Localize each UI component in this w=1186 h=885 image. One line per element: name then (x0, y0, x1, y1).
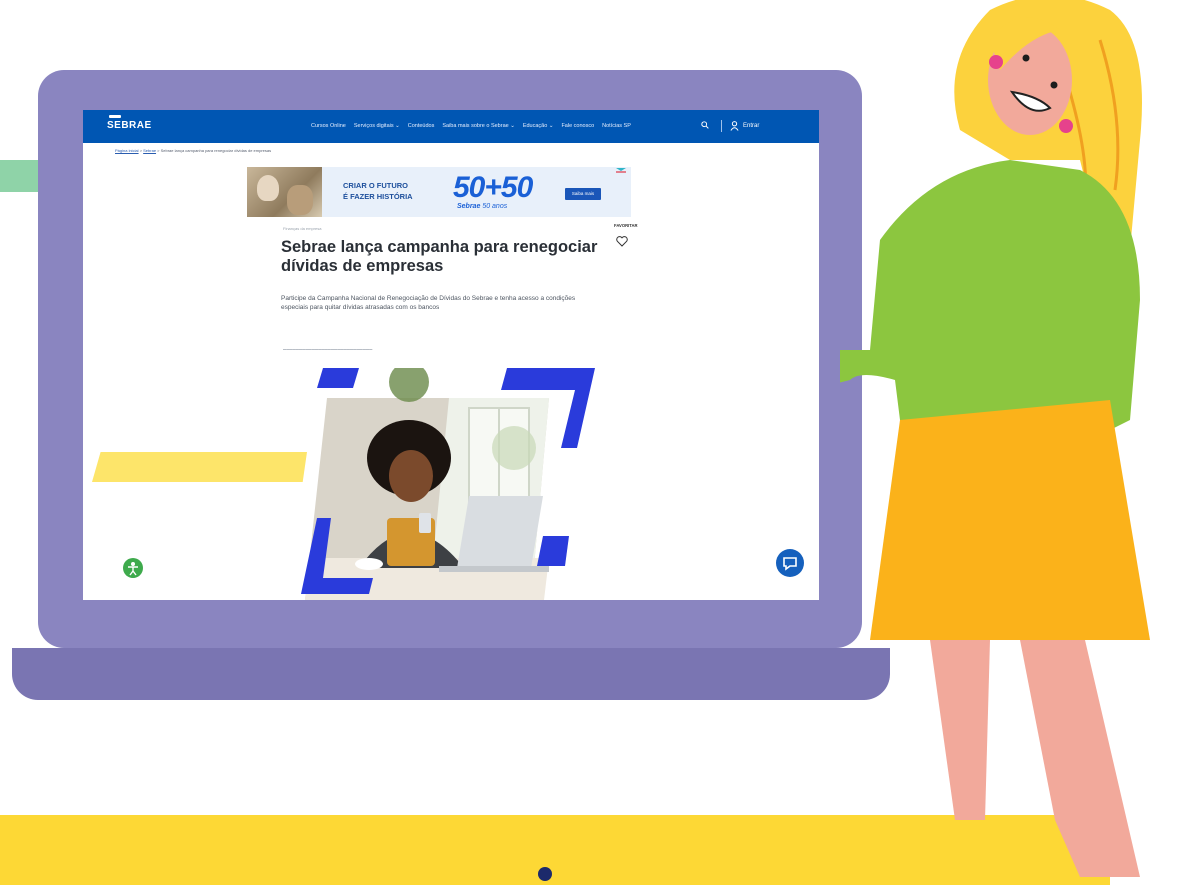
login-link[interactable]: Entrar (743, 123, 759, 129)
bottom-dot (538, 867, 552, 881)
nav-item-servicos[interactable]: Serviços digitais ⌄ (354, 123, 400, 129)
chat-icon (783, 557, 797, 571)
accessibility-button[interactable] (123, 558, 143, 578)
chat-button[interactable] (776, 549, 804, 577)
decorative-yellow-stripe (92, 452, 307, 482)
nav-item-saiba-mais[interactable]: Saiba mais sobre o Sebrae ⌄ (442, 123, 514, 129)
sebrae-logo[interactable]: SEBRAE (107, 115, 152, 131)
banner-subtitle: Sebrae 50 anos (457, 203, 507, 210)
article-hero-image (301, 368, 595, 600)
article-lead: Participe da Campanha Nacional de Renego… (281, 295, 576, 311)
banner-50-50: 50+50 (453, 171, 533, 204)
accessibility-icon (128, 562, 138, 576)
banner-sub-brand: Sebrae (457, 203, 481, 210)
breadcrumb: Página inicial > Sebrae > Sebrae lança c… (115, 148, 272, 153)
breadcrumb-section[interactable]: Sebrae (143, 148, 156, 153)
favorite-label: FAVORITAR (614, 223, 638, 228)
breadcrumb-home[interactable]: Página inicial (115, 148, 139, 153)
banner-photo (247, 167, 322, 217)
header-divider (721, 120, 722, 132)
nav-item-cursos[interactable]: Cursos Online (311, 123, 346, 129)
search-icon[interactable] (701, 121, 709, 129)
site-header: SEBRAE Cursos Online Serviços digitais ⌄… (83, 110, 819, 143)
nav-item-conteudos[interactable]: Conteúdos (408, 123, 435, 129)
promo-banner[interactable]: CRIAR O FUTURO É FAZER HISTÓRIA 50+50 Se… (247, 167, 631, 217)
nav-item-noticias[interactable]: Notícias SP (602, 123, 631, 129)
article-meta: ▬▬▬▬▬▬▬▬▬▬▬▬▬▬▬▬▬▬▬▬▬▬▬▬▬▬▬▬ (283, 347, 373, 351)
breadcrumb-current: Sebrae lança campanha para renegociar dí… (160, 148, 272, 153)
banner-line-2: É FAZER HISTÓRIA (343, 192, 413, 201)
article-title: Sebrae lança campanha para renegociar dí… (281, 238, 598, 275)
nav-item-educacao[interactable]: Educação ⌄ (523, 123, 554, 129)
heart-icon[interactable] (616, 236, 628, 247)
article-category[interactable]: Finanças da empresa (283, 226, 321, 231)
banner-sub-years: 50 anos (482, 203, 508, 210)
woman-illustration (840, 0, 1150, 877)
banner-close-icon[interactable] (615, 167, 627, 175)
banner-line-1: CRIAR O FUTURO (343, 181, 408, 190)
nav-item-fale-conosco[interactable]: Fale conosco (561, 123, 594, 129)
user-icon[interactable] (730, 121, 739, 131)
laptop-base (12, 648, 890, 700)
main-nav: Cursos Online Serviços digitais ⌄ Conteú… (311, 123, 631, 129)
banner-button[interactable]: Saiba mais (565, 188, 601, 200)
laptop-screen: SEBRAE Cursos Online Serviços digitais ⌄… (83, 110, 819, 600)
